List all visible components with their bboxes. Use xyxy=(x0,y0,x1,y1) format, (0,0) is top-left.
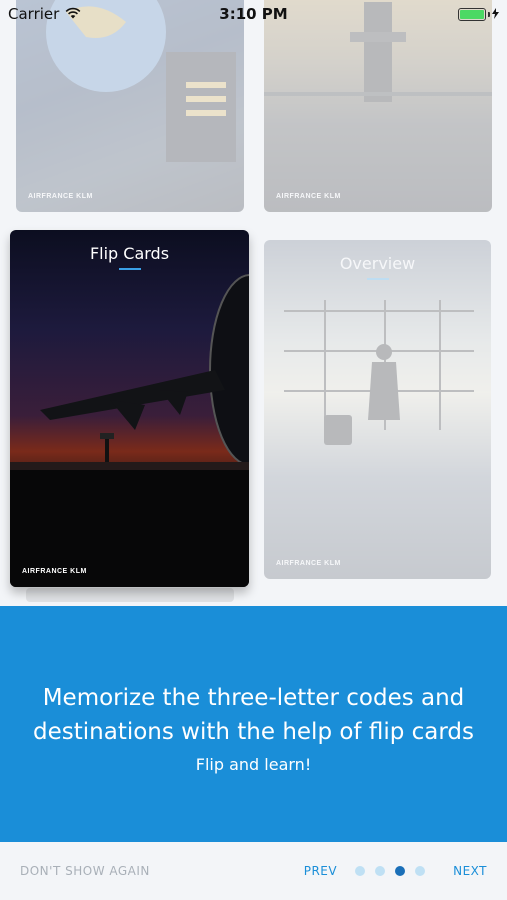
card-logo: AIRFRANCE KLM xyxy=(276,560,341,567)
prev-button[interactable]: PREV xyxy=(304,864,337,878)
footer-nav: PREV NEXT xyxy=(304,864,487,878)
page-dot-active[interactable] xyxy=(395,866,406,876)
card-title-underline xyxy=(366,278,389,280)
card-overview[interactable]: Overview AIRFRANCE KLM xyxy=(264,240,491,579)
charging-bolt-icon xyxy=(492,5,499,23)
card-title: Flip Cards xyxy=(89,244,170,263)
status-bar: Carrier 3:10 PM xyxy=(0,0,507,28)
page-dot[interactable] xyxy=(355,866,366,876)
onboarding-footer: DON'T SHOW AGAIN PREV NEXT xyxy=(0,842,507,900)
dont-show-again-button[interactable]: DON'T SHOW AGAIN xyxy=(20,864,150,878)
card-logo: AIRFRANCE KLM xyxy=(28,193,93,200)
info-subtitle: Flip and learn! xyxy=(195,754,312,774)
page-indicator[interactable] xyxy=(355,866,426,876)
card-logo: AIRFRANCE KLM xyxy=(276,193,341,200)
card-top-left[interactable]: AIRFRANCE KLM xyxy=(16,0,244,212)
card-top-right[interactable]: AIRFRANCE KLM xyxy=(264,0,492,212)
page-dot[interactable] xyxy=(415,866,426,876)
carrier-label: Carrier xyxy=(8,5,60,23)
next-button[interactable]: NEXT xyxy=(453,864,487,878)
info-panel: Memorize the three-letter codes and dest… xyxy=(0,606,507,842)
card-flip-cards[interactable]: Flip Cards AIRFRANCE KLM xyxy=(10,230,249,587)
card-shadow xyxy=(26,588,234,602)
info-heading: Memorize the three-letter codes and dest… xyxy=(33,684,474,745)
status-left: Carrier xyxy=(8,5,81,23)
page-dot[interactable] xyxy=(375,866,386,876)
battery-icon xyxy=(458,5,499,23)
card-title-underline xyxy=(118,268,141,270)
wifi-icon xyxy=(65,5,81,23)
control-tower-illustration xyxy=(264,2,492,102)
status-time: 3:10 PM xyxy=(219,5,288,23)
globe-illustration xyxy=(46,0,236,162)
card-logo: AIRFRANCE KLM xyxy=(22,568,87,575)
airport-traveler-illustration xyxy=(284,300,474,445)
airplane-sunset-illustration xyxy=(10,274,249,587)
card-title: Overview xyxy=(339,254,416,273)
